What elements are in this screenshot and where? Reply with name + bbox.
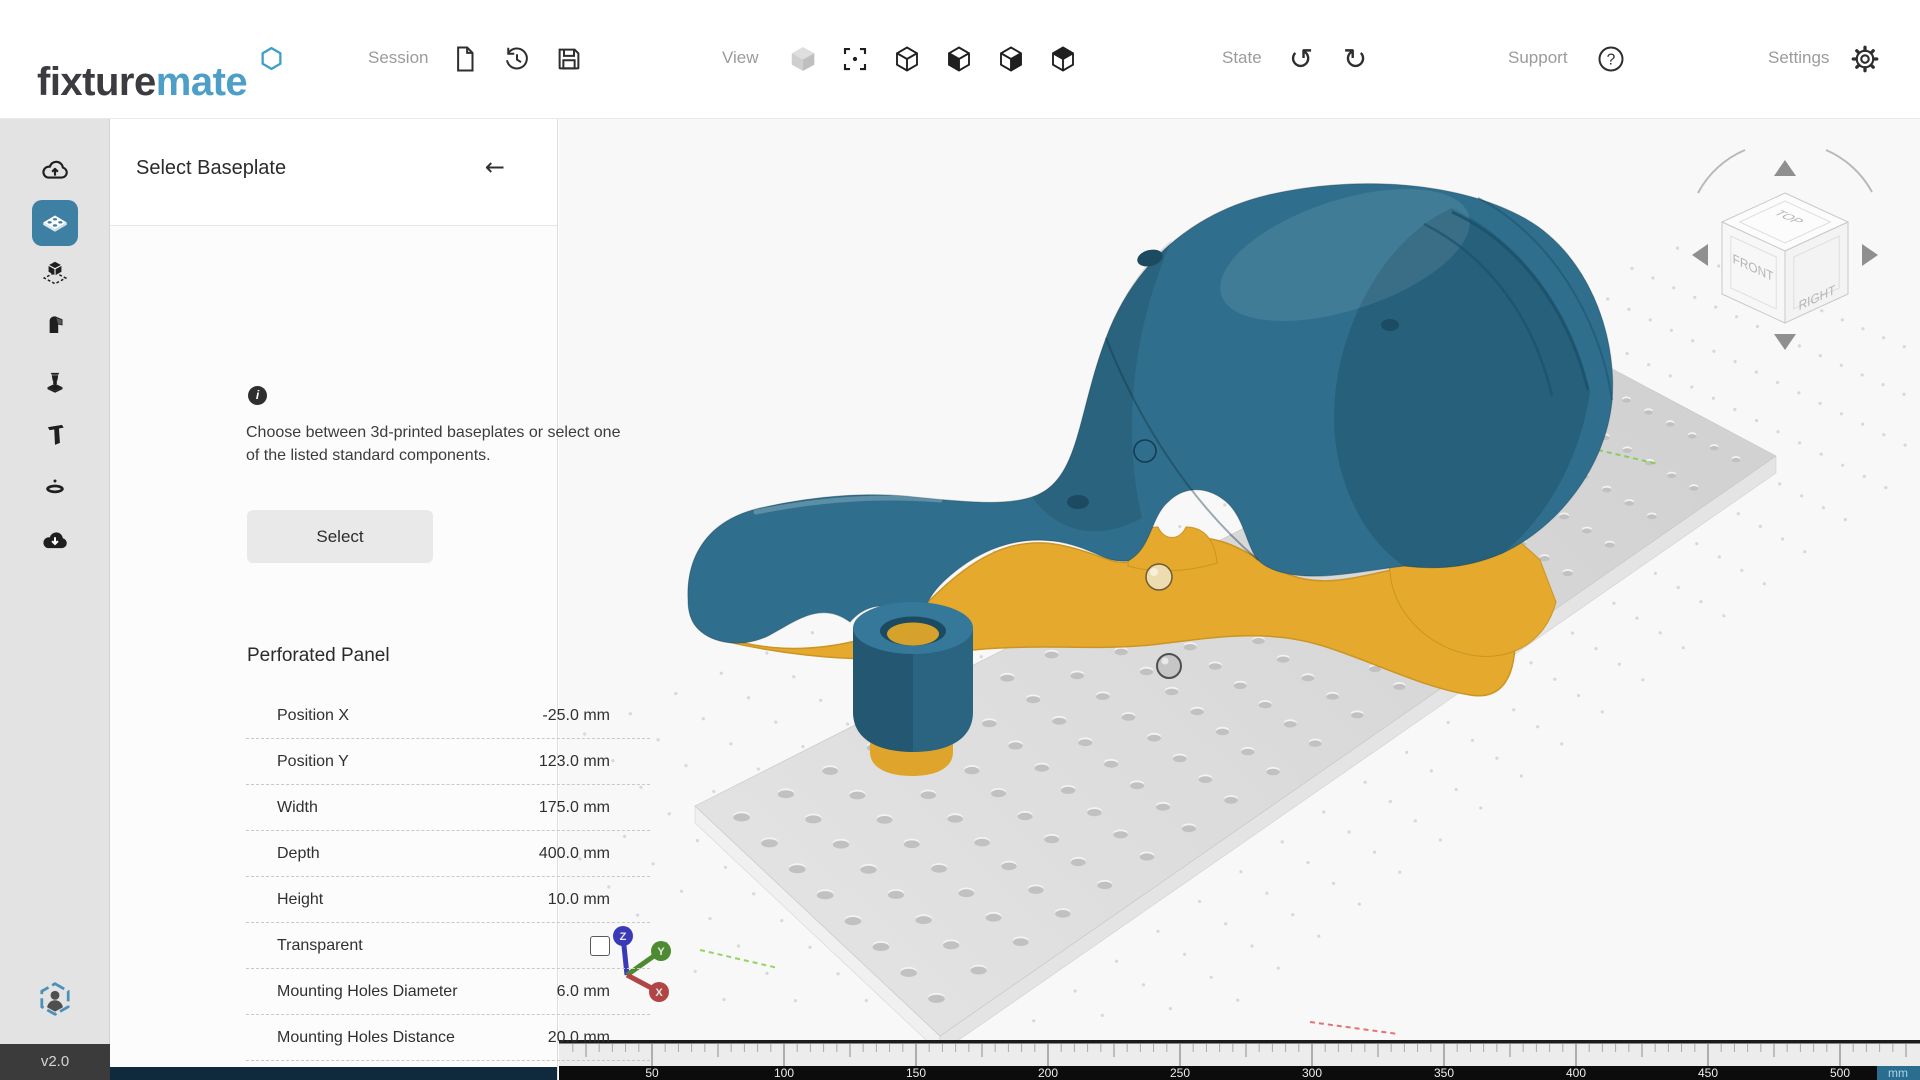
ruler-label: 100: [774, 1066, 794, 1080]
property-label: Width: [277, 798, 318, 816]
view-left-arrow[interactable]: [1692, 244, 1708, 266]
property-row: Transparent: [246, 923, 650, 969]
tool-sidebar: v2.0: [0, 119, 110, 1080]
cube-top-icon[interactable]: [1046, 42, 1080, 76]
sidebar-item-labels[interactable]: [32, 464, 78, 510]
version-badge: v2.0: [0, 1044, 110, 1080]
property-row: Depth 400.0 mm: [246, 831, 650, 877]
undo-icon[interactable]: ↺: [1284, 42, 1318, 76]
property-value[interactable]: 123.0 mm: [539, 753, 610, 771]
svg-text:X: X: [655, 987, 663, 999]
panel-bottom-bar: [110, 1067, 557, 1080]
property-row: Width 175.0 mm: [246, 785, 650, 831]
logo-text-fixture: fixture: [37, 60, 156, 104]
ruler-label: 150: [906, 1066, 926, 1080]
select-baseplate-button[interactable]: Select: [247, 510, 433, 563]
section-title: Perforated Panel: [247, 645, 390, 666]
cube-right-icon[interactable]: [994, 42, 1028, 76]
property-value[interactable]: 20.0 mm: [548, 1029, 610, 1047]
rotate-ccw-arc[interactable]: [1697, 149, 1746, 194]
ruler-label: 50: [645, 1066, 659, 1080]
property-label: Height: [277, 890, 324, 908]
view-cube[interactable]: TOPFRONTRIGHT: [1692, 149, 1878, 350]
property-label: Depth: [277, 844, 320, 862]
property-row: Mounting Holes Distance 20.0 mm: [246, 1015, 650, 1061]
property-row: Position Y 123.0 mm: [246, 739, 650, 785]
marker-sphere-gray[interactable]: [1156, 653, 1182, 679]
view-down-arrow[interactable]: [1774, 334, 1796, 350]
property-value[interactable]: 10.0 mm: [548, 891, 610, 909]
ruler-label: 250: [1170, 1066, 1190, 1080]
measurement-ruler: 50 100 150 200 250 300 350 400 450 500 mm: [559, 1040, 1920, 1080]
baseplate-panel: Select Baseplate ← i Choose between 3d-p…: [110, 119, 650, 1080]
info-icon: i: [248, 386, 267, 405]
panel-header: Select Baseplate ←: [110, 119, 557, 226]
sidebar-item-select-baseplate[interactable]: [32, 200, 78, 246]
save-icon[interactable]: [552, 42, 586, 76]
3d-viewport[interactable]: TOP FRONT RIGHT Z Y X 50 100 150 200 250 300 350 400…: [559, 119, 1920, 1080]
property-label: Position X: [277, 706, 350, 724]
property-label: Transparent: [277, 936, 363, 954]
new-file-icon[interactable]: [448, 42, 482, 76]
panel-title: Select Baseplate: [136, 157, 287, 179]
ruler-unit-label[interactable]: mm: [1888, 1066, 1908, 1080]
redo-icon[interactable]: ↻: [1338, 42, 1372, 76]
sidebar-item-clamps[interactable]: [32, 412, 78, 458]
property-row: Position X -25.0 mm: [246, 693, 650, 739]
view-label: View: [722, 48, 759, 67]
state-label: State: [1222, 48, 1262, 67]
property-row: Height 10.0 mm: [246, 877, 650, 923]
sidebar-item-upload-model[interactable]: [32, 147, 78, 193]
settings-label: Settings: [1768, 48, 1830, 67]
property-list: Position X -25.0 mm Position Y 123.0 mm Widt…: [246, 693, 650, 1061]
ruler-label: 400: [1566, 1066, 1586, 1080]
property-value[interactable]: 400.0 mm: [539, 845, 610, 863]
y-axis-dash: [699, 949, 779, 969]
session-label: Session: [368, 48, 429, 67]
wire-cube-icon[interactable]: [890, 42, 924, 76]
transparent-checkbox[interactable]: [590, 935, 610, 956]
property-label: Mounting Holes Distance: [277, 1028, 455, 1046]
help-icon[interactable]: ?: [1594, 42, 1628, 76]
cube-left-icon[interactable]: [942, 42, 976, 76]
gear-icon[interactable]: [1848, 42, 1882, 76]
back-arrow-icon[interactable]: ←: [485, 153, 505, 181]
property-row: Mounting Holes Diameter 6.0 mm: [246, 969, 650, 1015]
ruler-label: 300: [1302, 1066, 1322, 1080]
svg-text:Y: Y: [657, 946, 665, 958]
ruler-label: 200: [1038, 1066, 1058, 1080]
svg-text:?: ?: [1607, 52, 1616, 69]
boss-hole: [887, 622, 939, 646]
focus-icon[interactable]: [838, 42, 872, 76]
support-label: Support: [1508, 48, 1568, 67]
app-logo: fixturemate: [37, 28, 283, 104]
property-value[interactable]: 6.0 mm: [557, 983, 610, 1001]
3d-scene-canvas[interactable]: TOPFRONTRIGHTZYX: [559, 119, 1920, 1040]
property-value[interactable]: 175.0 mm: [539, 799, 610, 817]
view-up-arrow[interactable]: [1774, 160, 1796, 176]
user-account-icon[interactable]: [36, 980, 74, 1018]
rotate-cw-arc[interactable]: [1825, 149, 1873, 193]
ruler-label: 350: [1434, 1066, 1454, 1080]
ruler-label: 450: [1698, 1066, 1718, 1080]
property-value[interactable]: -25.0 mm: [542, 707, 610, 725]
property-label: Mounting Holes Diameter: [277, 982, 458, 1000]
sidebar-item-export[interactable]: [32, 517, 78, 563]
sidebar-item-pocket[interactable]: [32, 302, 78, 348]
logo-text-mate: mate: [155, 60, 248, 104]
x-axis-dash: [1309, 1021, 1399, 1035]
logo-hexagon-icon: [260, 28, 283, 88]
ruler-label: 500: [1830, 1066, 1850, 1080]
history-icon[interactable]: [500, 42, 534, 76]
property-label: Position Y: [277, 752, 349, 770]
view-right-arrow[interactable]: [1862, 244, 1878, 266]
sidebar-item-orient-part[interactable]: [32, 250, 78, 296]
app-header: fixturemate Session View State ↺ ↻ Suppor…: [0, 0, 1920, 119]
solid-cube-icon[interactable]: [786, 42, 820, 76]
sidebar-item-supports[interactable]: [32, 360, 78, 406]
panel-description: Choose between 3d-printed baseplates or …: [246, 424, 621, 465]
marker-sphere-beige[interactable]: [1145, 563, 1173, 591]
